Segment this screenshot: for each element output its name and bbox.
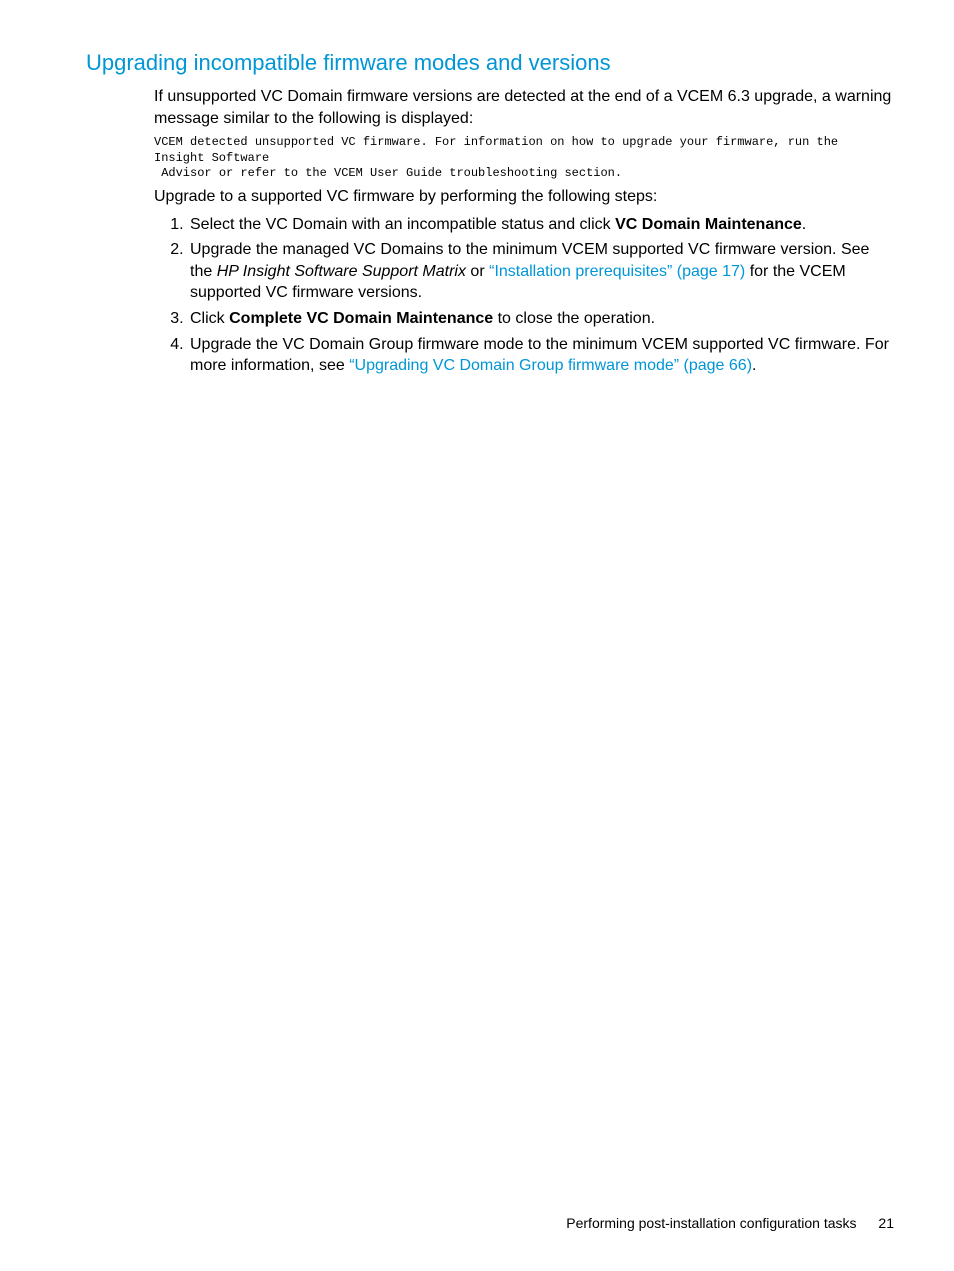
intro-paragraph: If unsupported VC Domain firmware versio… <box>154 86 894 129</box>
step-1-tail: . <box>802 216 806 233</box>
body-content: If unsupported VC Domain firmware versio… <box>154 86 894 377</box>
step-1-text: Select the VC Domain with an incompatibl… <box>190 216 615 233</box>
steps-list: Select the VC Domain with an incompatibl… <box>154 214 894 377</box>
code-message: VCEM detected unsupported VC firmware. F… <box>154 135 894 182</box>
step-1: Select the VC Domain with an incompatibl… <box>188 214 894 236</box>
footer-text: Performing post-installation configurati… <box>566 1215 856 1231</box>
step-2: Upgrade the managed VC Domains to the mi… <box>188 239 894 304</box>
step-4: Upgrade the VC Domain Group firmware mod… <box>188 334 894 377</box>
page-number: 21 <box>878 1215 894 1231</box>
upgrade-instruction: Upgrade to a supported VC firmware by pe… <box>154 186 894 208</box>
step-1-bold: VC Domain Maintenance <box>615 216 802 233</box>
step-4-text-b: . <box>752 357 756 374</box>
step-3-text-b: to close the operation. <box>493 310 655 327</box>
step-3-bold: Complete VC Domain Maintenance <box>229 310 493 327</box>
step-4-link[interactable]: “Upgrading VC Domain Group firmware mode… <box>349 357 752 374</box>
step-2-link[interactable]: “Installation prerequisites” (page 17) <box>489 263 745 280</box>
step-3: Click Complete VC Domain Maintenance to … <box>188 308 894 330</box>
step-2-italic: HP Insight Software Support Matrix <box>217 263 466 280</box>
step-3-text-a: Click <box>190 310 229 327</box>
document-page: Upgrading incompatible firmware modes an… <box>0 0 954 1271</box>
page-footer: Performing post-installation configurati… <box>566 1215 894 1231</box>
section-heading: Upgrading incompatible firmware modes an… <box>86 50 894 76</box>
step-2-text-b: or <box>466 263 489 280</box>
